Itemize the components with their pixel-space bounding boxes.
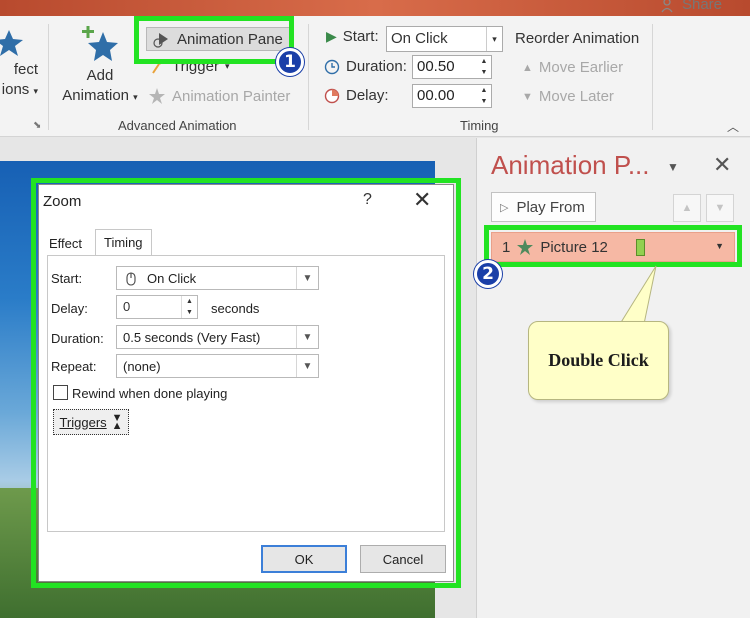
tab-timing[interactable]: Timing: [95, 229, 152, 257]
dialog-launcher-icon[interactable]: ⬊: [33, 120, 41, 131]
ribbon-body: fect ions ▾ ⬊ Add Animation ▾ Animation …: [0, 16, 750, 136]
timing-group-label: Timing: [460, 118, 499, 133]
up-triangle-icon: ▲: [522, 61, 533, 74]
move-earlier-button[interactable]: ▲ Move Earlier: [522, 59, 623, 76]
duration-input[interactable]: 00.50 ▲ ▼: [412, 55, 492, 79]
title-bar: [0, 0, 750, 16]
clock-icon: [324, 59, 340, 74]
repeat-dropdown[interactable]: (none) ▼: [116, 354, 319, 378]
delay-label-row: Delay:: [324, 87, 389, 104]
step-1-badge: 1: [276, 48, 304, 76]
collapse-ribbon-icon[interactable]: ︿: [727, 118, 739, 135]
tab-effect[interactable]: Effect: [49, 236, 82, 251]
pane-options-arrow-icon[interactable]: ▼: [667, 160, 679, 174]
add-animation-label-2: Animation: [62, 87, 129, 104]
highlight-animation-item: [484, 225, 742, 267]
callout-pointer: [620, 265, 657, 325]
dialog-close-icon[interactable]: ✕: [413, 187, 431, 213]
delay-field-spinner[interactable]: ▲ ▼: [181, 296, 197, 318]
zoom-dialog: Zoom ? ✕ Effect Timing Start: On Click ▼…: [38, 184, 454, 582]
start-label-row: ▶ Start:: [326, 28, 379, 45]
share-person-icon: [661, 0, 673, 12]
delay-spinner[interactable]: ▲ ▼: [477, 85, 491, 107]
duration-label-row: Duration:: [324, 58, 407, 75]
dialog-title: Zoom: [43, 193, 82, 210]
move-earlier-label: Move Earlier: [538, 59, 624, 76]
move-up-icon[interactable]: ▲: [673, 194, 701, 222]
rewind-label: Rewind when done playing: [72, 386, 228, 401]
delay-unit-label: seconds: [211, 301, 260, 316]
start-select[interactable]: On Click ▾: [386, 26, 503, 52]
duration-field-label: Duration:: [51, 331, 104, 346]
help-icon[interactable]: ?: [363, 191, 372, 209]
chevron-down-icon[interactable]: ▼: [296, 355, 318, 377]
share-button[interactable]: Share: [660, 0, 722, 13]
ribbon: Share fect ions ▾ ⬊ Add Animation ▾ Anim…: [0, 0, 750, 137]
star-icon: [0, 30, 23, 56]
cancel-button[interactable]: Cancel: [360, 545, 446, 573]
animation-painter-label: Animation Painter: [172, 87, 291, 105]
duration-label: Duration:: [346, 58, 407, 75]
effect-options-label-2: ions: [1, 81, 30, 98]
play-icon: ▷: [500, 201, 509, 214]
move-later-button[interactable]: ▼ Move Later: [522, 88, 614, 105]
expand-icon: ▼ ▲: [111, 412, 123, 432]
start-dropdown[interactable]: On Click ▼: [116, 266, 319, 290]
delay-icon: [324, 88, 340, 103]
repeat-field-label: Repeat:: [51, 359, 97, 374]
share-label: Share: [681, 0, 722, 13]
effect-options-button[interactable]: fect ions ▾: [0, 28, 38, 101]
animation-painter-button[interactable]: Animation Painter: [148, 87, 290, 105]
double-click-callout: Double Click: [528, 321, 669, 400]
animation-pane-title: Animation P...: [491, 150, 650, 180]
start-dropdown-arrow-icon[interactable]: ▾: [486, 27, 502, 51]
chevron-down-icon[interactable]: ▼: [296, 326, 318, 348]
add-animation-button[interactable]: Add Animation ▾: [58, 26, 142, 107]
mouse-click-icon: [126, 272, 136, 286]
start-select-value: On Click: [391, 30, 448, 47]
triggers-label: Triggers: [59, 414, 107, 430]
reorder-animation-label: Reorder Animation: [515, 30, 640, 47]
chevron-down-icon[interactable]: ▼: [296, 267, 318, 289]
play-from-label: Play From: [516, 198, 585, 216]
effect-options-label-1: fect: [13, 61, 38, 78]
move-down-icon[interactable]: ▼: [706, 194, 734, 222]
move-later-label: Move Later: [538, 88, 614, 105]
play-from-button[interactable]: ▷ Play From: [491, 192, 596, 222]
delay-input[interactable]: 00.00 ▲ ▼: [412, 84, 492, 108]
duration-spinner[interactable]: ▲ ▼: [477, 56, 491, 78]
duration-value: 00.50: [417, 58, 455, 75]
delay-field-label: Delay:: [51, 301, 88, 316]
triggers-button[interactable]: Triggers ▼ ▲: [53, 409, 129, 435]
add-animation-label-1: Add: [86, 67, 114, 84]
delay-label: Delay:: [346, 87, 389, 104]
duration-dropdown-value: 0.5 seconds (Very Fast): [123, 329, 261, 345]
start-play-icon: ▶: [326, 28, 337, 44]
step-2-badge: 2: [474, 260, 502, 288]
ok-button[interactable]: OK: [261, 545, 347, 573]
duration-dropdown[interactable]: 0.5 seconds (Very Fast) ▼: [116, 325, 319, 349]
down-triangle-icon: ▼: [522, 90, 533, 103]
add-animation-star-icon: [82, 26, 118, 61]
advanced-animation-group-label: Advanced Animation: [118, 118, 237, 133]
repeat-dropdown-value: (none): [123, 358, 161, 374]
delay-value: 00.00: [417, 87, 455, 104]
close-icon[interactable]: ✕: [713, 152, 731, 178]
highlight-animation-pane: [134, 16, 294, 64]
double-click-text: Double Click: [548, 350, 649, 370]
rewind-checkbox[interactable]: [53, 385, 68, 400]
start-label: Start:: [342, 28, 379, 45]
start-dropdown-value: On Click: [147, 270, 197, 286]
start-field-label: Start:: [51, 271, 83, 286]
animation-painter-icon: [149, 88, 165, 104]
